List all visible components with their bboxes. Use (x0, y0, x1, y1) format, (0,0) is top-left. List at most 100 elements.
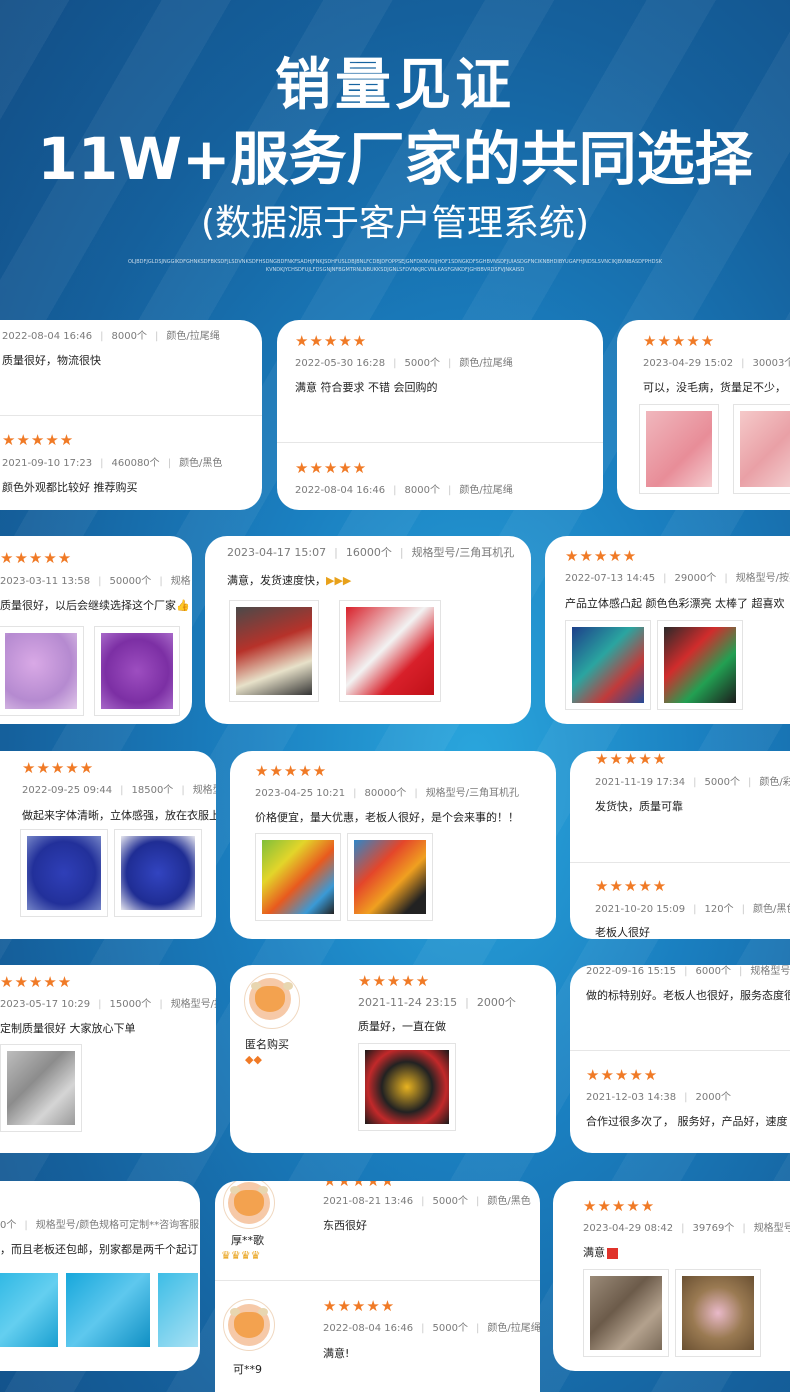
review-spec: 规格型 (192, 785, 216, 796)
divider (215, 1280, 540, 1281)
review-meta: 2022-09-25 09:44|18500个|规格型 (22, 784, 216, 798)
divider (570, 1050, 790, 1051)
review-spec: 规格型号/颜色规格可定制**咨询客服 (35, 1220, 200, 1231)
review-meta: 2021-11-24 23:15 | 2000个 (358, 996, 516, 1009)
decorative-tiny-text: KVNDKJYCHSDFUJLFDSGNJNFBGMTRNLNBUKKSDJGN… (265, 267, 525, 273)
review-date: 2022-07-13 14:45 (565, 573, 656, 584)
review-date: 2021-12-03 14:38 (586, 1092, 677, 1103)
review-spec: 颜色/拉尾绳 (459, 485, 513, 496)
review-text: ，而且老板还包邮，别家都是两千个起订 (0, 1243, 198, 1256)
review-spec: 规格型号/三角耳机孔 (411, 546, 515, 559)
review-meta: 2022-08-04 16:46 | 8000个 | 颜色/拉尾绳 (295, 485, 513, 496)
review-date: 2023-03-11 13:58 (0, 576, 91, 587)
review-date: 2021-11-24 23:15 (358, 996, 458, 1009)
review-quantity: 50000个 (109, 576, 152, 587)
product-photo (565, 620, 651, 710)
review-meta: 2021-08-21 13:46 | 5000个 | 颜色/黑色 (323, 1196, 531, 1207)
review-meta: 2021-10-20 15:09|120个|颜色/黑色 (595, 903, 790, 917)
review-spec: 颜色/黑色 (487, 1196, 531, 1207)
review-text: 颜色外观都比较好 推荐购买 (2, 481, 138, 494)
star-rating: ★★★★★ (565, 547, 638, 565)
review-spec: 颜色/黑色 (179, 458, 223, 469)
thumbs-up-icon: 👍 (176, 599, 190, 612)
review-quantity: 8000个 (404, 485, 440, 496)
star-rating: ★★★★★ (2, 431, 75, 449)
review-spec: 规格型号/ (753, 1223, 790, 1234)
review-meta: 2021-12-03 14:38 | 2000个 (586, 1092, 731, 1103)
review-quantity: 120个 (704, 904, 734, 915)
review-meta: 2023-05-17 10:29|15000个|规格型号/按要 (0, 998, 216, 1012)
review-text: 东西很好 (323, 1219, 367, 1232)
review-date: 2022-08-04 16:46 (295, 485, 386, 496)
review-quantity: 5000个 (704, 777, 740, 788)
review-text: 质量好，一直在做 (358, 1020, 446, 1033)
product-photo (255, 833, 341, 921)
review-text: 质量很好，以后会继续选择这个厂家👍 (0, 599, 190, 613)
star-rating: ★★★★★ (595, 877, 668, 895)
review-text-content: 满意，发货速度快， (227, 574, 326, 587)
review-text: 产品立体感凸起 颜色色彩漂亮 太棒了 超喜欢 (565, 597, 785, 610)
review-spec: 颜色/黑色 (752, 904, 790, 915)
review-text: 做的标特别好。老板人也很好，服务态度很 (586, 989, 790, 1002)
review-quantity: 5000个 (432, 1323, 468, 1334)
review-text: 可以，没毛病，货量足不少， (643, 381, 786, 394)
review-text: 质量很好，物流很快 (2, 354, 101, 367)
star-rating: ★★★★★ (295, 332, 368, 350)
page-title: 销量见证 (275, 53, 515, 118)
review-text-content: 满意 (583, 1246, 605, 1259)
review-date: 2021-08-21 13:46 (323, 1196, 414, 1207)
review-quantity: 6000个 (695, 966, 731, 977)
reviewer-name: 厚**歌 (231, 1234, 264, 1247)
review-date: 2023-04-29 08:42 (583, 1223, 674, 1234)
product-photo (583, 1269, 669, 1357)
review-quantity: 0个 (0, 1220, 17, 1231)
review-card: ★★★★★ 2022-07-13 14:45|29000个|规格型号/按要 产品… (545, 536, 790, 724)
divider (570, 862, 790, 863)
review-spec: 规格型号/按要 (170, 999, 216, 1010)
star-rating: ★★★★★ (323, 1181, 396, 1190)
product-photo (675, 1269, 761, 1357)
crown-icon: ♛♛♛♛ (221, 1249, 261, 1262)
review-card: ★★★★★ 2022-05-30 16:28 | 5000个 | 颜色/拉尾绳 满意 符… (277, 320, 603, 510)
product-photo (158, 1267, 198, 1353)
review-meta: 2022-09-16 15:15|6000个|规格型号/注 (586, 965, 790, 979)
review-card: 0个 | 规格型号/颜色规格可定制**咨询客服 ，而且老板还包邮，别家都是两千个起订 (0, 1181, 200, 1371)
product-photo (0, 1044, 82, 1132)
review-card: ★★★★★ 2023-04-25 10:21 | 80000个 | 规格型号/三角耳机孔… (230, 751, 556, 939)
review-quantity: 2000个 (476, 996, 516, 1009)
review-spec: 颜色/拉尾绳 (166, 331, 220, 342)
product-photo (0, 1267, 58, 1353)
review-date: 2022-09-16 15:15 (586, 966, 677, 977)
star-rating: ★★★★★ (323, 1297, 396, 1315)
hero-header: 销量见证 11W+服务厂家的共同选择 (数据源于客户管理系统) OLJBDFJG… (0, 0, 790, 300)
review-card: 匿名购买 ◆◆ ★★★★★ 2021-11-24 23:15 | 2000个 质量好… (230, 965, 556, 1153)
review-meta: 2022-05-30 16:28 | 5000个 | 颜色/拉尾绳 (295, 358, 513, 369)
product-photo (66, 1267, 150, 1353)
divider (0, 415, 262, 416)
review-meta: 2023-04-25 10:21 | 80000个 | 规格型号/三角耳机孔 (255, 788, 520, 799)
review-text: 满意，发货速度快，▶▶▶ (227, 574, 351, 588)
star-rating: ★★★★★ (595, 751, 668, 768)
review-spec: 规格 (170, 576, 191, 587)
star-rating: ★★★★★ (22, 759, 95, 777)
review-card: ★★★★★ 2023-05-17 10:29|15000个|规格型号/按要 定制… (0, 965, 216, 1153)
review-date: 2022-08-04 16:46 (323, 1323, 414, 1334)
review-card: ★★★★★ 2023-04-29 15:02 | 30003个 可以，没毛病，货量足… (617, 320, 790, 510)
review-card: ★★★★★ 2021-11-19 17:34|5000个|颜色/彩色 发货快，质… (570, 751, 790, 939)
product-photo (347, 833, 433, 921)
review-quantity: 8000个 (111, 331, 147, 342)
review-text: 老板人很好 (595, 926, 650, 939)
review-date: 2023-05-17 10:29 (0, 999, 91, 1010)
decorative-tiny-text: OLJBDFJGLDSJNGGIKDFGHNKSDFBKSDFJLSDVNKSD… (128, 259, 662, 265)
review-meta: 2023-04-29 08:42|39769个|规格型号/ (583, 1222, 790, 1236)
review-quantity: 2000个 (695, 1092, 731, 1103)
product-photo (639, 404, 719, 494)
product-photo (657, 620, 743, 710)
product-photo (229, 600, 319, 702)
review-meta: 2022-08-04 16:46 | 5000个 | 颜色/拉尾绳 (323, 1323, 540, 1334)
cow-avatar-icon (223, 1299, 275, 1351)
divider (277, 442, 603, 443)
review-date: 2022-09-25 09:44 (22, 785, 113, 796)
review-quantity: 5000个 (404, 358, 440, 369)
product-photo (358, 1043, 456, 1131)
